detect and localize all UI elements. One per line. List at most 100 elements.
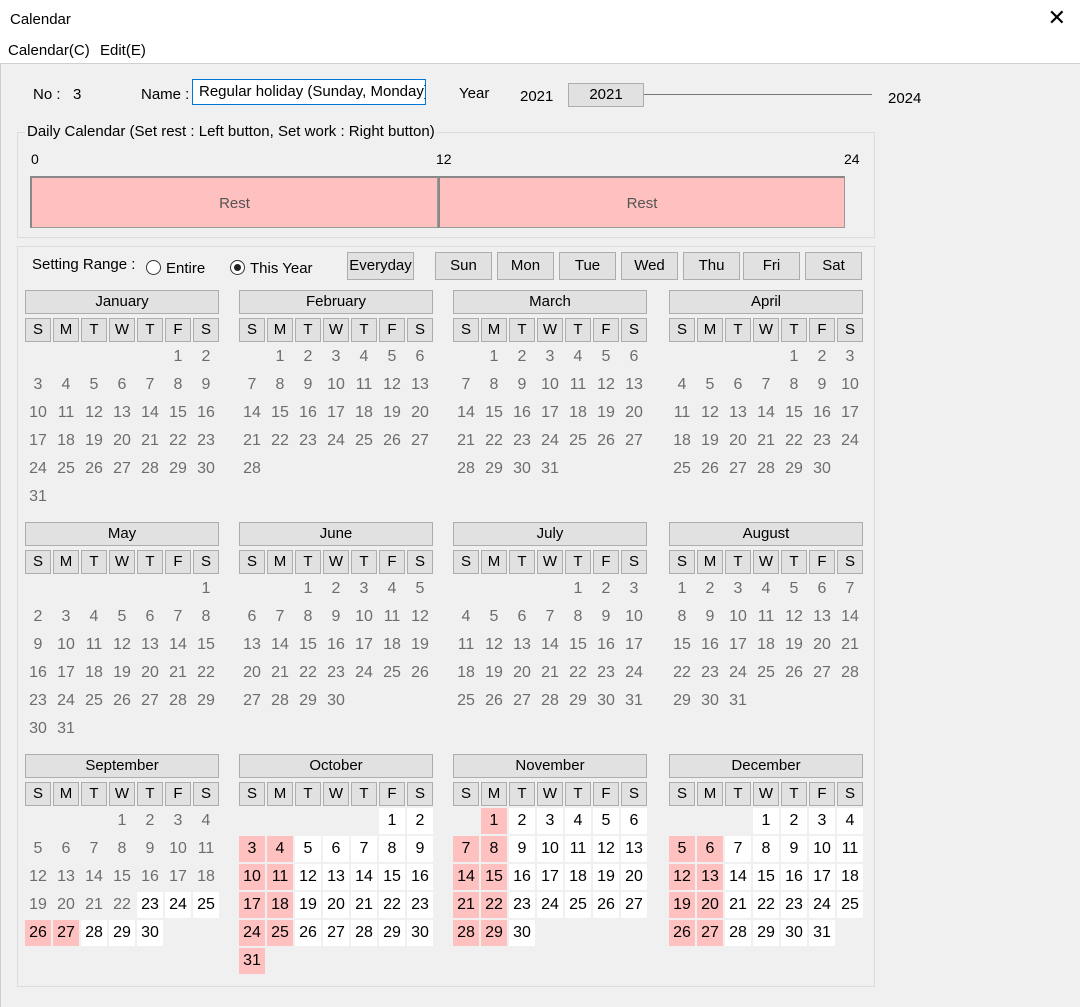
- weekday-header[interactable]: M: [53, 550, 79, 574]
- month-name-button[interactable]: March: [453, 290, 647, 314]
- day-cell[interactable]: 9: [25, 632, 51, 658]
- day-cell[interactable]: 8: [481, 372, 507, 398]
- weekday-header[interactable]: S: [239, 318, 265, 342]
- day-cell[interactable]: 30: [509, 920, 535, 946]
- day-cell[interactable]: 21: [137, 428, 163, 454]
- day-cell[interactable]: 19: [295, 892, 321, 918]
- weekday-header[interactable]: M: [267, 318, 293, 342]
- day-cell[interactable]: 2: [509, 808, 535, 834]
- day-cell[interactable]: 15: [193, 632, 219, 658]
- day-cell[interactable]: 30: [407, 920, 433, 946]
- day-cell[interactable]: 13: [53, 864, 79, 890]
- day-cell[interactable]: 23: [781, 892, 807, 918]
- weekday-header[interactable]: T: [781, 550, 807, 574]
- day-cell[interactable]: 11: [753, 604, 779, 630]
- weekday-header[interactable]: T: [295, 318, 321, 342]
- day-cell[interactable]: 23: [137, 892, 163, 918]
- day-cell[interactable]: 6: [621, 808, 647, 834]
- day-cell[interactable]: 18: [379, 632, 405, 658]
- day-cell[interactable]: 19: [379, 400, 405, 426]
- day-cell[interactable]: 25: [193, 892, 219, 918]
- day-cell[interactable]: 21: [753, 428, 779, 454]
- day-cell[interactable]: 29: [109, 920, 135, 946]
- day-cell[interactable]: 22: [295, 660, 321, 686]
- weekday-header[interactable]: T: [781, 782, 807, 806]
- day-cell[interactable]: 29: [481, 920, 507, 946]
- day-cell[interactable]: 20: [137, 660, 163, 686]
- weekday-header[interactable]: F: [165, 550, 191, 574]
- day-cell[interactable]: 15: [481, 400, 507, 426]
- day-cell[interactable]: 25: [81, 688, 107, 714]
- day-cell[interactable]: 22: [193, 660, 219, 686]
- day-cell[interactable]: 30: [781, 920, 807, 946]
- month-name-button[interactable]: June: [239, 522, 433, 546]
- day-cell[interactable]: 2: [697, 576, 723, 602]
- day-cell[interactable]: 18: [453, 660, 479, 686]
- day-cell[interactable]: 6: [697, 836, 723, 862]
- day-cell[interactable]: 2: [593, 576, 619, 602]
- day-cell[interactable]: 1: [753, 808, 779, 834]
- weekday-header[interactable]: M: [53, 782, 79, 806]
- day-cell[interactable]: 31: [809, 920, 835, 946]
- menu-calendar[interactable]: Calendar(C): [8, 42, 90, 59]
- weekday-header[interactable]: W: [537, 318, 563, 342]
- day-cell[interactable]: 10: [53, 632, 79, 658]
- close-icon[interactable]: ✕: [1048, 6, 1066, 30]
- day-cell[interactable]: 17: [239, 892, 265, 918]
- day-cell[interactable]: 8: [481, 836, 507, 862]
- day-cell[interactable]: 7: [453, 372, 479, 398]
- day-cell[interactable]: 4: [53, 372, 79, 398]
- weekday-header[interactable]: S: [407, 550, 433, 574]
- day-cell[interactable]: 10: [165, 836, 191, 862]
- weekday-header[interactable]: S: [239, 782, 265, 806]
- day-cell[interactable]: 4: [669, 372, 695, 398]
- day-cell[interactable]: 15: [669, 632, 695, 658]
- weekday-header[interactable]: T: [565, 318, 591, 342]
- weekday-header[interactable]: S: [193, 318, 219, 342]
- day-cell[interactable]: 24: [239, 920, 265, 946]
- day-cell[interactable]: 8: [165, 372, 191, 398]
- day-cell[interactable]: 19: [109, 660, 135, 686]
- day-cell[interactable]: 22: [267, 428, 293, 454]
- day-cell[interactable]: 4: [565, 808, 591, 834]
- weekday-header[interactable]: M: [267, 782, 293, 806]
- day-cell[interactable]: 6: [509, 604, 535, 630]
- day-cell[interactable]: 5: [25, 836, 51, 862]
- day-cell[interactable]: 1: [481, 344, 507, 370]
- day-cell[interactable]: 12: [781, 604, 807, 630]
- day-cell[interactable]: 5: [407, 576, 433, 602]
- day-cell[interactable]: 20: [509, 660, 535, 686]
- day-cell[interactable]: 25: [267, 920, 293, 946]
- day-cell[interactable]: 21: [351, 892, 377, 918]
- day-cell[interactable]: 10: [621, 604, 647, 630]
- weekday-header[interactable]: W: [537, 782, 563, 806]
- radio-entire[interactable]: Entire: [146, 260, 205, 277]
- day-cell[interactable]: 5: [669, 836, 695, 862]
- day-cell[interactable]: 29: [379, 920, 405, 946]
- day-cell[interactable]: 2: [25, 604, 51, 630]
- day-cell[interactable]: 11: [53, 400, 79, 426]
- day-cell[interactable]: 3: [165, 808, 191, 834]
- day-cell[interactable]: 4: [351, 344, 377, 370]
- weekday-header[interactable]: T: [725, 782, 751, 806]
- day-cell[interactable]: 30: [809, 456, 835, 482]
- day-cell[interactable]: 14: [753, 400, 779, 426]
- day-cell[interactable]: 5: [81, 372, 107, 398]
- day-cell[interactable]: 30: [509, 456, 535, 482]
- day-cell[interactable]: 30: [323, 688, 349, 714]
- weekday-button-fri[interactable]: Fri: [743, 252, 800, 280]
- day-cell[interactable]: 13: [809, 604, 835, 630]
- day-cell[interactable]: 25: [379, 660, 405, 686]
- day-cell[interactable]: 10: [239, 864, 265, 890]
- day-cell[interactable]: 26: [109, 688, 135, 714]
- day-cell[interactable]: 1: [379, 808, 405, 834]
- day-cell[interactable]: 11: [267, 864, 293, 890]
- day-cell[interactable]: 6: [407, 344, 433, 370]
- weekday-header[interactable]: F: [809, 318, 835, 342]
- day-cell[interactable]: 29: [753, 920, 779, 946]
- day-cell[interactable]: 11: [453, 632, 479, 658]
- day-cell[interactable]: 25: [837, 892, 863, 918]
- day-cell[interactable]: 9: [295, 372, 321, 398]
- day-cell[interactable]: 24: [351, 660, 377, 686]
- day-cell[interactable]: 30: [137, 920, 163, 946]
